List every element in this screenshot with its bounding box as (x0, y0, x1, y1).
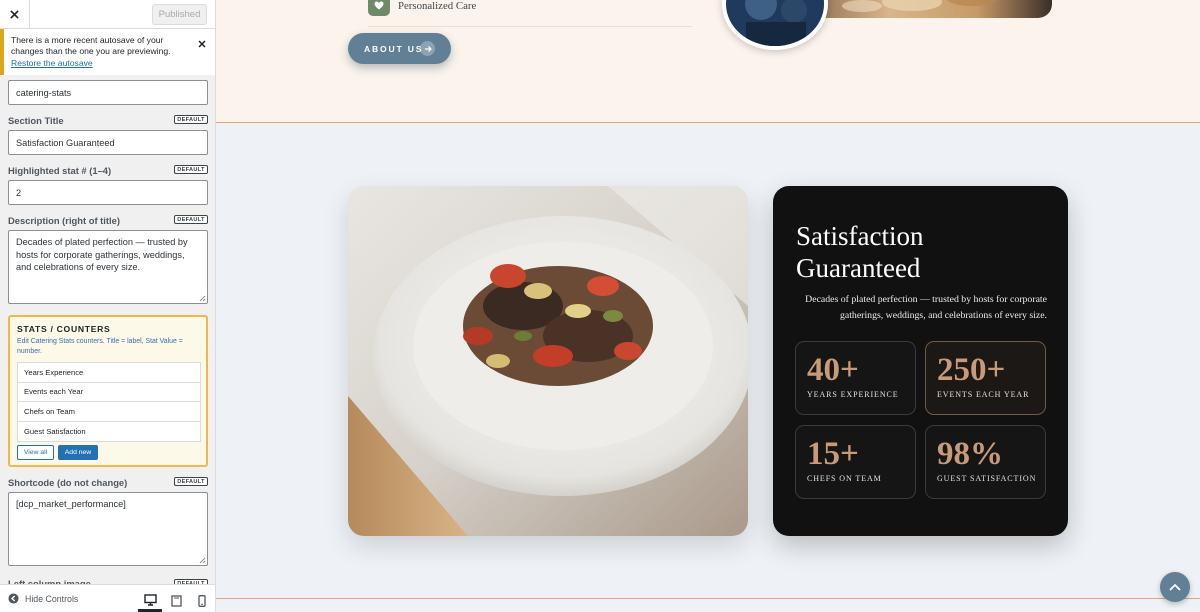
hide-controls-label: Hide Controls (25, 593, 79, 604)
stat-value: 98% (937, 436, 1003, 472)
view-all-button[interactable]: View all (17, 445, 54, 460)
banquet-photo (802, 0, 1052, 18)
shortcode-default-button[interactable]: DEFAULT (174, 477, 208, 486)
section-slug-input[interactable] (8, 80, 208, 105)
stats-list-item[interactable]: Events each Year (18, 383, 200, 402)
close-icon (10, 10, 19, 19)
description-default-button[interactable]: DEFAULT (174, 215, 208, 224)
resize-grip-icon[interactable] (199, 295, 206, 302)
published-button[interactable]: Published (152, 4, 207, 25)
desktop-icon (143, 593, 157, 606)
plated-dish-photo (348, 186, 748, 536)
site-preview: Personalized Care ABOUT US Satisfaction … (216, 0, 1200, 612)
event-photo (722, 0, 828, 50)
autosave-notice-text: There is a more recent autosave of your … (11, 35, 171, 57)
mobile-preview-button[interactable] (190, 590, 214, 612)
tablet-preview-button[interactable] (164, 590, 188, 612)
heart-icon (374, 1, 384, 9)
stat-value: 250+ (937, 352, 1006, 388)
stats-list-item[interactable]: Guest Satisfaction (18, 422, 200, 442)
stat-label: YEARS EXPERIENCE (807, 390, 899, 399)
stats-counters-list: Years Experience Events each Year Chefs … (17, 362, 201, 442)
section-divider (216, 598, 1200, 599)
stats-card: Satisfaction Guaranteed Decades of plate… (773, 186, 1068, 536)
stat-label: EVENTS EACH YEAR (937, 390, 1030, 399)
customizer-panel: Published There is a more recent autosav… (0, 0, 216, 612)
stats-counters-box: STATS / COUNTERS Edit Catering Stats cou… (8, 315, 208, 467)
personalized-care-label: Personalized Care (398, 0, 477, 12)
stat-box-years: 40+ YEARS EXPERIENCE (795, 341, 916, 415)
tablet-icon (170, 595, 182, 607)
highlighted-stat-default-button[interactable]: DEFAULT (174, 165, 208, 174)
add-new-button[interactable]: Add new (58, 445, 98, 460)
chevron-up-icon (1169, 583, 1181, 591)
shortcode-textarea[interactable]: [dcp_market_performance] (8, 492, 208, 566)
about-section: Personalized Care ABOUT US (216, 0, 1200, 123)
highlighted-stat-label: Highlighted stat # (1–4) (8, 165, 112, 176)
stat-box-events: 250+ EVENTS EACH YEAR (925, 341, 1046, 415)
highlighted-stat-input[interactable] (8, 180, 208, 205)
stats-counters-title: STATS / COUNTERS (17, 324, 111, 334)
panel-footer: Hide Controls (0, 584, 215, 612)
shortcode-field-wrap: [dcp_market_performance] (0, 492, 215, 566)
stat-value: 40+ (807, 352, 859, 388)
stat-label: GUEST SATISFACTION (937, 474, 1037, 483)
about-us-button[interactable]: ABOUT US (348, 33, 451, 64)
about-us-label: ABOUT US (364, 43, 424, 54)
stats-list-item[interactable]: Chefs on Team (18, 402, 200, 422)
stat-value: 15+ (807, 436, 859, 472)
divider (368, 26, 692, 27)
personalized-care-badge (368, 0, 390, 16)
section-title-label: Section Title (8, 115, 64, 126)
card-title: Satisfaction Guaranteed (796, 221, 924, 283)
section-title-default-button[interactable]: DEFAULT (174, 115, 208, 124)
section-title-input[interactable] (8, 130, 208, 155)
stats-list-item[interactable]: Years Experience (18, 363, 200, 383)
description-field-wrap: Decades of plated perfection — trusted b… (0, 230, 215, 304)
autosave-notice: There is a more recent autosave of your … (0, 29, 215, 75)
restore-autosave-link[interactable]: Restore the autosave (11, 58, 93, 68)
description-textarea[interactable]: Decades of plated perfection — trusted b… (8, 230, 208, 304)
panel-header: Published (0, 0, 215, 29)
hide-controls-button[interactable]: Hide Controls (8, 593, 78, 604)
description-label: Description (right of title) (8, 215, 120, 226)
resize-grip-icon[interactable] (199, 557, 206, 564)
dismiss-notice-icon[interactable] (197, 39, 207, 49)
mobile-icon (198, 595, 206, 607)
close-customizer-button[interactable] (0, 0, 30, 29)
stat-box-satisfaction: 98% GUEST SATISFACTION (925, 425, 1046, 499)
arrow-right-icon (420, 41, 435, 56)
stat-label: CHEFS ON TEAM (807, 474, 882, 483)
stats-counters-description: Edit Catering Stats counters. Title = la… (17, 338, 183, 356)
stat-box-chefs: 15+ CHEFS ON TEAM (795, 425, 916, 499)
scroll-to-top-button[interactable] (1160, 572, 1190, 602)
desktop-preview-button[interactable] (138, 590, 162, 612)
collapse-arrow-icon (8, 593, 19, 604)
shortcode-label: Shortcode (do not change) (8, 477, 128, 488)
card-description: Decades of plated perfection — trusted b… (805, 294, 1047, 321)
